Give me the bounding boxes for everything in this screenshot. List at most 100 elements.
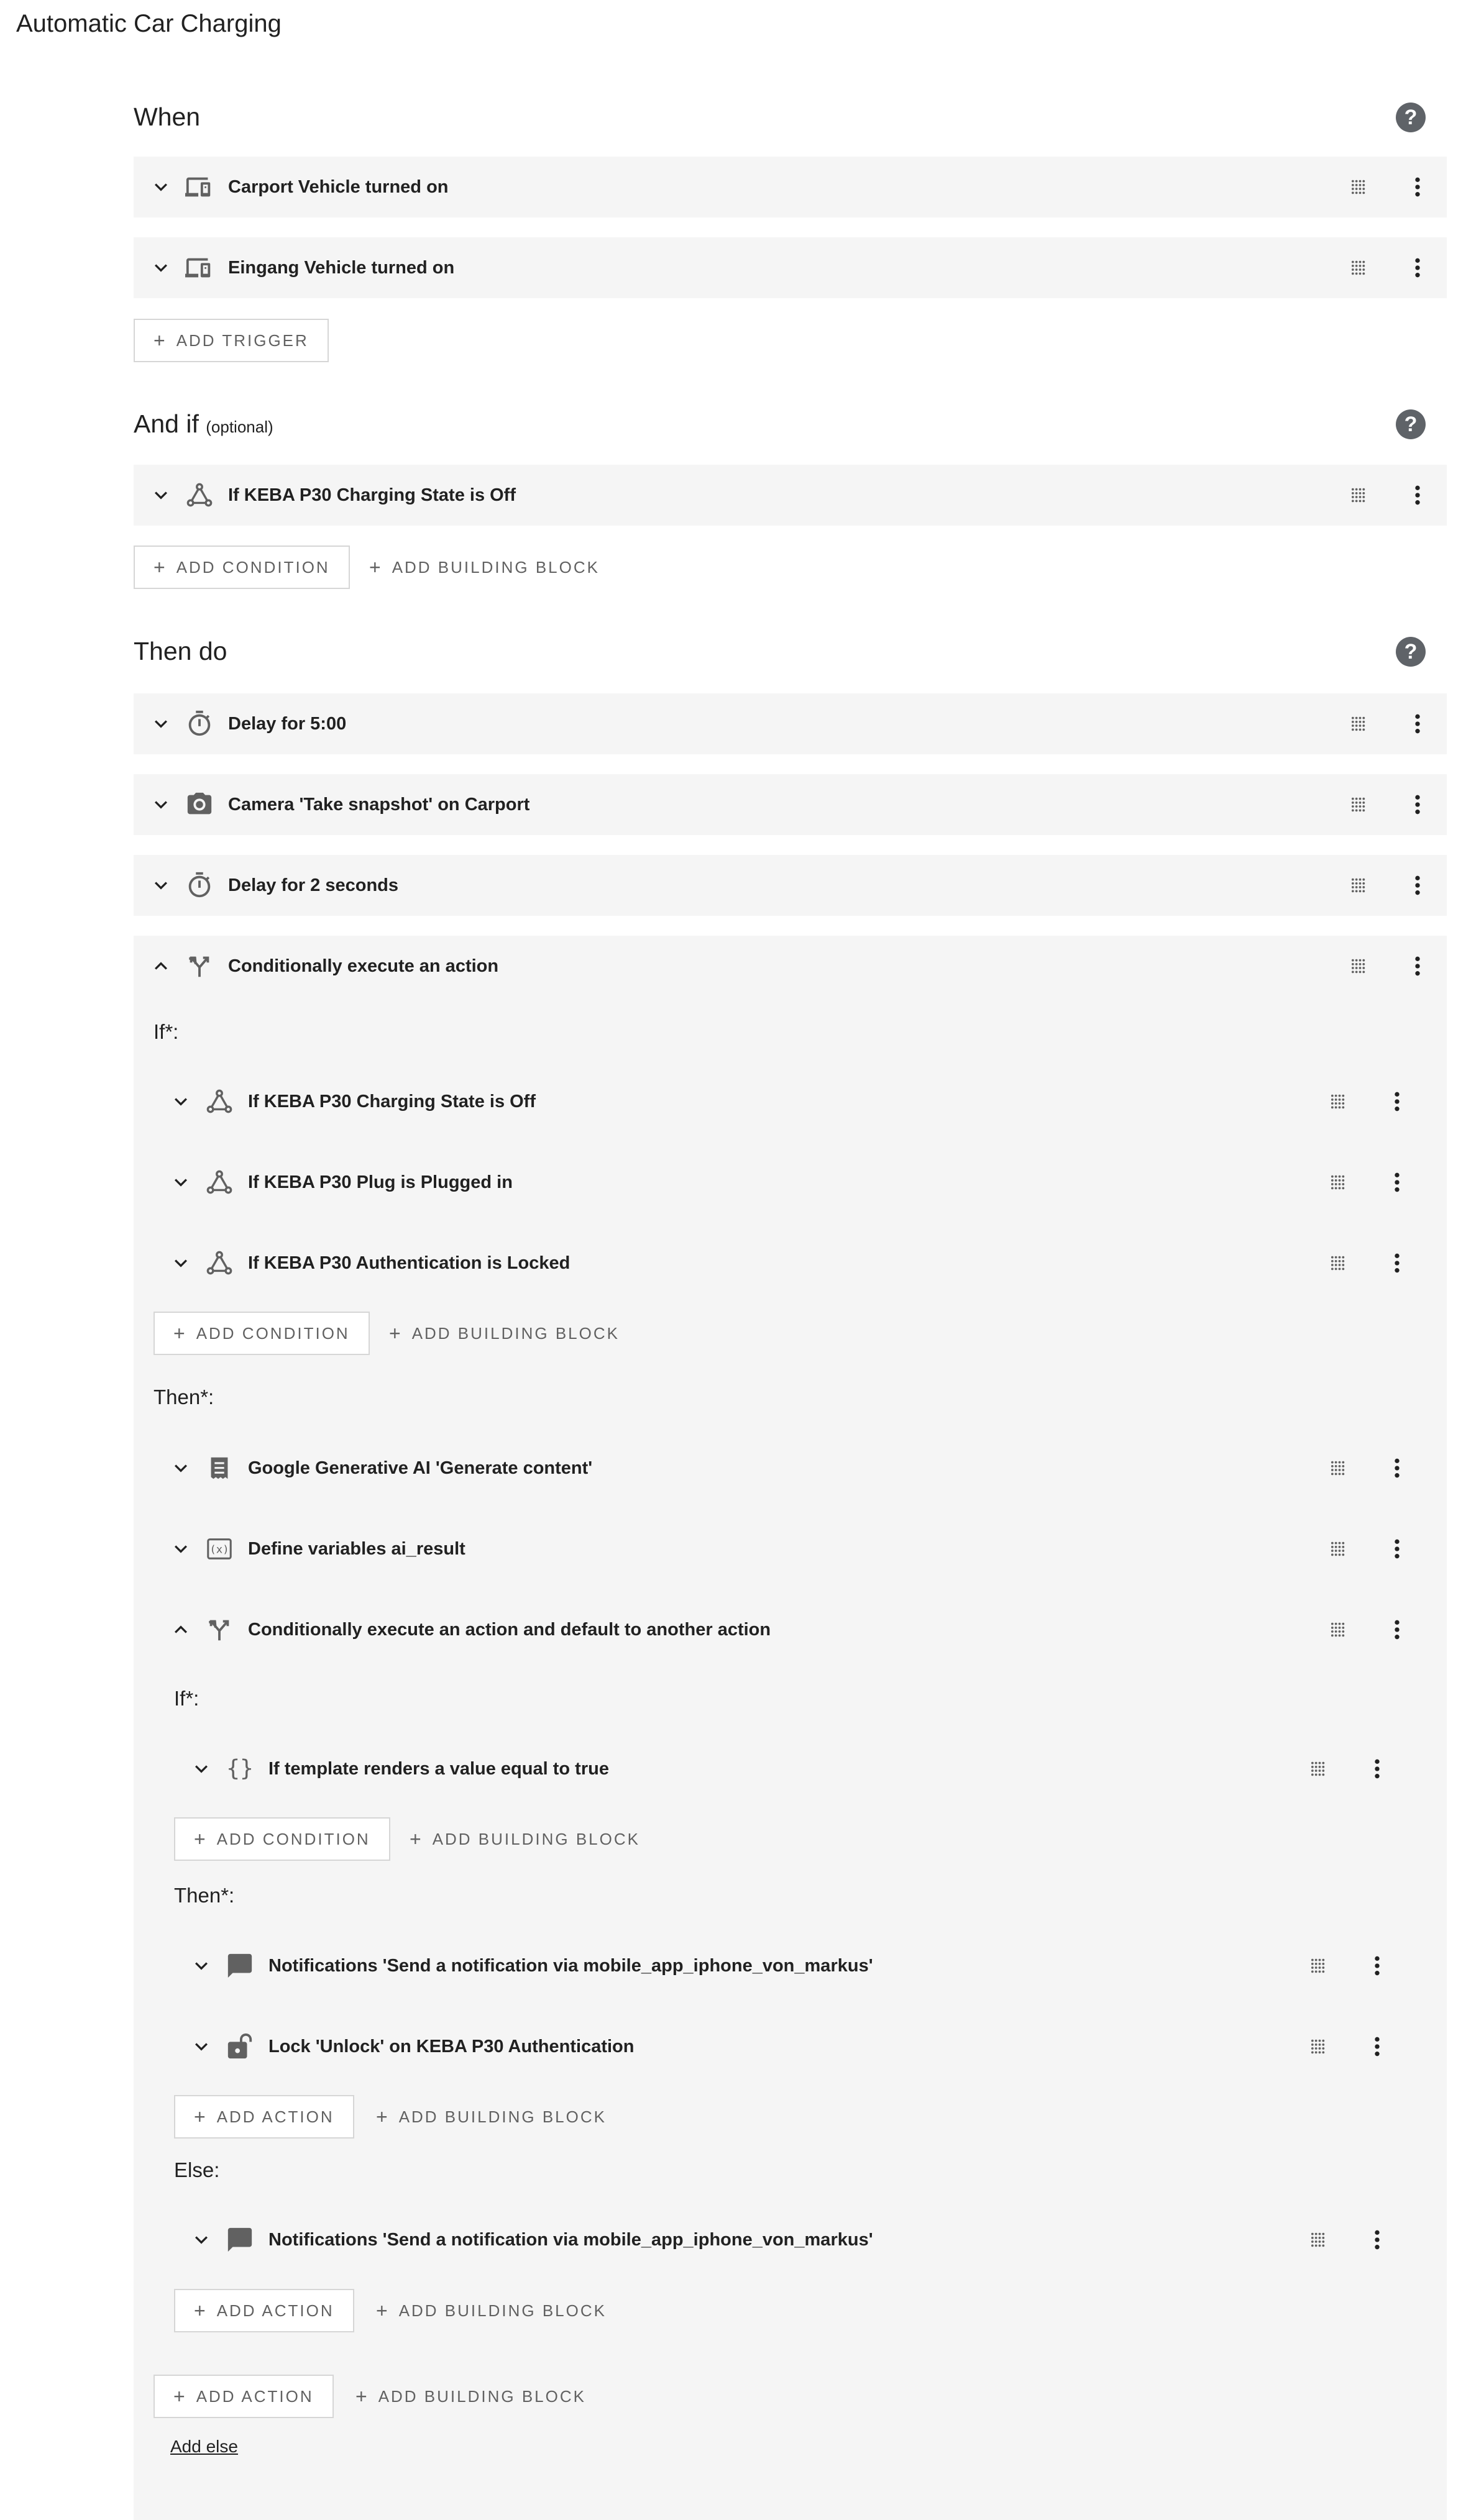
chevron-down-icon[interactable] xyxy=(163,1532,198,1566)
more-options-icon[interactable] xyxy=(1365,1754,1390,1784)
devices-icon xyxy=(185,253,214,283)
optional-label: (optional) xyxy=(206,418,273,436)
more-options-icon[interactable] xyxy=(1385,1615,1409,1645)
drag-handle-icon[interactable] xyxy=(1345,711,1370,736)
chevron-down-icon[interactable] xyxy=(184,2222,219,2257)
chevron-down-icon[interactable] xyxy=(163,1246,198,1281)
more-options-icon[interactable] xyxy=(1365,2032,1390,2061)
condition-row[interactable]: If KEBA P30 Plug is Plugged in xyxy=(154,1152,1426,1213)
add-action-button[interactable]: + ADD ACTION xyxy=(174,2095,354,2139)
condition-row[interactable]: If template renders a value equal to tru… xyxy=(174,1738,1406,1799)
more-options-icon[interactable] xyxy=(1405,709,1430,739)
condition-row[interactable]: If KEBA P30 Charging State is Off xyxy=(134,465,1447,526)
add-condition-button[interactable]: + ADD CONDITION xyxy=(154,1312,370,1355)
more-options-icon[interactable] xyxy=(1365,2225,1390,2255)
drag-handle-icon[interactable] xyxy=(1345,873,1370,898)
help-icon-then-do[interactable]: ? xyxy=(1396,637,1426,667)
chevron-down-icon[interactable] xyxy=(144,787,178,822)
drag-handle-icon[interactable] xyxy=(1325,1456,1350,1481)
condition-row[interactable]: If KEBA P30 Authentication is Locked xyxy=(154,1233,1426,1294)
chevron-down-icon[interactable] xyxy=(163,1451,198,1486)
add-trigger-button[interactable]: + ADD TRIGGER xyxy=(134,319,329,362)
add-building-block-button[interactable]: + ADD BUILDING BLOCK xyxy=(389,1312,620,1355)
add-action-button[interactable]: + ADD ACTION xyxy=(174,2289,354,2332)
template-braces-icon xyxy=(225,1754,255,1784)
chevron-down-icon[interactable] xyxy=(144,250,178,285)
drag-handle-icon[interactable] xyxy=(1345,792,1370,817)
action-row[interactable]: Delay for 2 seconds xyxy=(134,855,1447,916)
action-row[interactable]: Camera 'Take snapshot' on Carport xyxy=(134,774,1447,835)
variable-icon xyxy=(204,1534,234,1564)
drag-handle-icon[interactable] xyxy=(1305,2227,1330,2252)
more-options-icon[interactable] xyxy=(1385,1167,1409,1197)
drag-handle-icon[interactable] xyxy=(1345,175,1370,199)
add-building-block-button[interactable]: + ADD BUILDING BLOCK xyxy=(376,2095,607,2139)
plus-icon: + xyxy=(154,329,165,352)
add-building-block-button[interactable]: + ADD BUILDING BLOCK xyxy=(410,1817,640,1861)
drag-handle-icon[interactable] xyxy=(1305,2034,1330,2059)
action-row[interactable]: Google Generative AI 'Generate content' xyxy=(154,1438,1426,1499)
more-options-icon[interactable] xyxy=(1365,1951,1390,1981)
drag-handle-icon[interactable] xyxy=(1345,954,1370,979)
add-else-link[interactable]: Add else xyxy=(170,2437,238,2457)
help-icon-when[interactable]: ? xyxy=(1396,103,1426,132)
drag-handle-icon[interactable] xyxy=(1305,1953,1330,1978)
chevron-up-icon[interactable] xyxy=(144,949,178,984)
action-row[interactable]: Notifications 'Send a notification via m… xyxy=(174,2209,1406,2270)
more-options-icon[interactable] xyxy=(1405,480,1430,510)
chevron-up-icon[interactable] xyxy=(163,1612,198,1647)
action-row-expanded[interactable]: Conditionally execute an action and defa… xyxy=(154,1599,1426,1660)
drag-handle-icon[interactable] xyxy=(1345,483,1370,508)
chevron-down-icon[interactable] xyxy=(163,1165,198,1200)
chevron-down-icon[interactable] xyxy=(144,868,178,903)
more-options-icon[interactable] xyxy=(1385,1453,1409,1483)
more-options-icon[interactable] xyxy=(1385,1087,1409,1116)
action-label: Delay for 2 seconds xyxy=(228,875,398,895)
chevron-down-icon[interactable] xyxy=(144,478,178,513)
add-building-block-button[interactable]: + ADD BUILDING BLOCK xyxy=(369,546,600,589)
chevron-down-icon[interactable] xyxy=(144,170,178,204)
more-options-icon[interactable] xyxy=(1385,1534,1409,1564)
plus-icon: + xyxy=(173,1322,185,1344)
add-condition-button[interactable]: + ADD CONDITION xyxy=(134,546,350,589)
chevron-down-icon[interactable] xyxy=(163,1084,198,1119)
drag-handle-icon[interactable] xyxy=(1325,1089,1350,1114)
action-row[interactable]: Define variables ai_result xyxy=(154,1518,1426,1579)
drag-handle-icon[interactable] xyxy=(1325,1617,1350,1642)
more-options-icon[interactable] xyxy=(1405,870,1430,900)
trigger-row[interactable]: Carport Vehicle turned on xyxy=(134,157,1447,217)
plus-icon: + xyxy=(173,2385,185,2408)
add-building-block-button[interactable]: + ADD BUILDING BLOCK xyxy=(355,2375,586,2418)
add-action-button[interactable]: + ADD ACTION xyxy=(154,2375,334,2418)
drag-handle-icon[interactable] xyxy=(1305,1756,1330,1781)
camera-icon xyxy=(185,790,214,819)
chevron-down-icon[interactable] xyxy=(144,706,178,741)
drag-handle-icon[interactable] xyxy=(1325,1536,1350,1561)
more-options-icon[interactable] xyxy=(1385,1248,1409,1278)
drag-handle-icon[interactable] xyxy=(1325,1170,1350,1195)
then-label: Then*: xyxy=(174,1884,235,1907)
add-action-label: ADD ACTION xyxy=(196,2386,314,2406)
add-condition-button[interactable]: + ADD CONDITION xyxy=(174,1817,390,1861)
drag-handle-icon[interactable] xyxy=(1345,255,1370,280)
chevron-down-icon[interactable] xyxy=(184,2029,219,2064)
drag-handle-icon[interactable] xyxy=(1325,1251,1350,1276)
add-building-block-label: ADD BUILDING BLOCK xyxy=(398,2107,607,2126)
add-action-label: ADD ACTION xyxy=(216,2107,334,2126)
action-row[interactable]: Notifications 'Send a notification via m… xyxy=(174,1935,1406,1996)
condition-label: If KEBA P30 Charging State is Off xyxy=(248,1091,536,1112)
more-options-icon[interactable] xyxy=(1405,790,1430,819)
action-row-expanded[interactable]: Conditionally execute an action xyxy=(134,936,1447,997)
chevron-down-icon[interactable] xyxy=(184,1751,219,1786)
more-options-icon[interactable] xyxy=(1405,951,1430,981)
more-options-icon[interactable] xyxy=(1405,253,1430,283)
else-label: Else: xyxy=(174,2158,220,2181)
action-row[interactable]: Delay for 5:00 xyxy=(134,693,1447,754)
action-row[interactable]: Lock 'Unlock' on KEBA P30 Authentication xyxy=(174,2016,1406,2077)
add-building-block-button[interactable]: + ADD BUILDING BLOCK xyxy=(376,2289,607,2332)
trigger-row[interactable]: Eingang Vehicle turned on xyxy=(134,237,1447,298)
condition-row[interactable]: If KEBA P30 Charging State is Off xyxy=(154,1071,1426,1132)
help-icon-and-if[interactable]: ? xyxy=(1396,409,1426,439)
more-options-icon[interactable] xyxy=(1405,172,1430,202)
chevron-down-icon[interactable] xyxy=(184,1948,219,1983)
